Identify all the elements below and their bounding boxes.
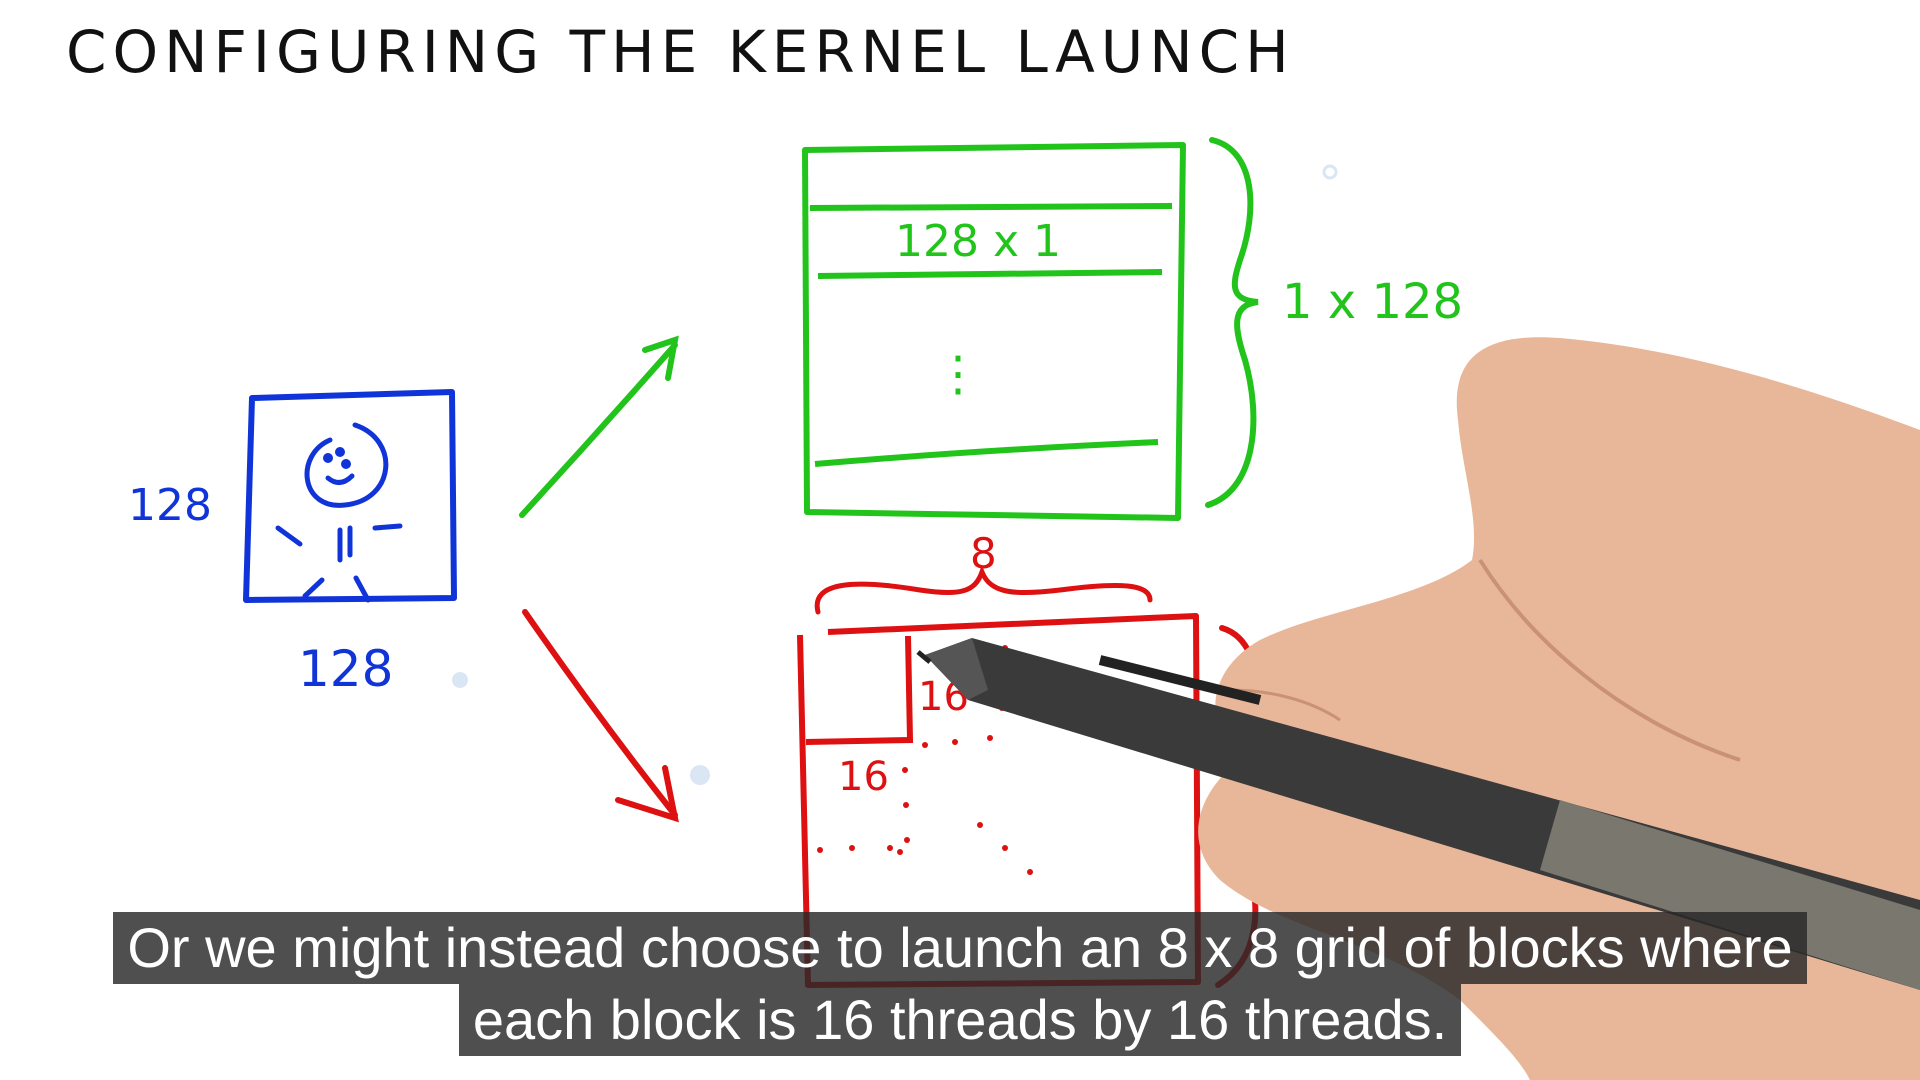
block-height-label: 16 [838, 754, 889, 800]
video-frame: CONFIGURING THE KERNEL LAUNCH 128 128 12… [0, 0, 1920, 1080]
row-size-label: 128 x 1 [895, 216, 1061, 267]
smudge [690, 765, 710, 785]
arrow-to-blocks-icon [522, 609, 679, 823]
rows-brace-icon [1205, 137, 1259, 508]
page-title: CONFIGURING THE KERNEL LAUNCH [66, 18, 1295, 86]
row-ellipsis: ⋮ [934, 346, 982, 402]
smudge [452, 672, 468, 688]
caption-line-1: Or we might instead choose to launch an … [113, 912, 1807, 984]
row-grid: 128 x 1 ⋮ 1 x 128 [802, 137, 1463, 521]
blocks-top-brace-icon [814, 564, 1153, 615]
rows-brace-label: 1 x 128 [1282, 274, 1463, 330]
caption-line-2: each block is 16 threads by 16 threads. [458, 984, 1462, 1056]
image-box: 128 128 [128, 389, 457, 698]
blocks-top-label: 8 [970, 529, 997, 578]
image-height-label: 128 [128, 480, 212, 531]
arrow-to-rows-icon [519, 335, 679, 518]
smudge [1322, 164, 1338, 180]
image-width-label: 128 [298, 640, 393, 698]
stick-figure-icon [275, 422, 403, 603]
caption-area: Or we might instead choose to launch an … [0, 912, 1920, 1056]
